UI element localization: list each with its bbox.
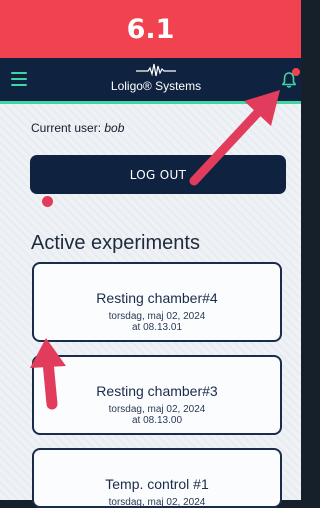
annotation-arrow-up (30, 338, 66, 410)
